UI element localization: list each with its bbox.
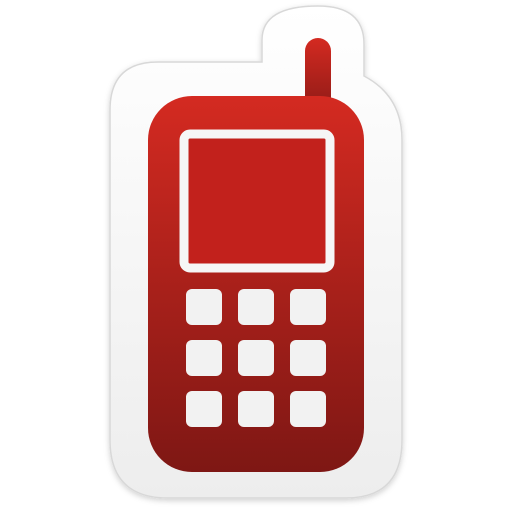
keypad-key <box>186 391 222 427</box>
keypad-key <box>238 340 274 376</box>
keypad-key <box>290 391 326 427</box>
mobile-phone-graphic <box>109 5 403 499</box>
keypad-key <box>186 340 222 376</box>
keypad <box>186 289 326 427</box>
mobile-phone-icon <box>0 0 512 512</box>
keypad-key <box>238 391 274 427</box>
keypad-key <box>290 340 326 376</box>
phone-screen <box>179 129 335 273</box>
keypad-key <box>186 289 222 325</box>
keypad-key <box>238 289 274 325</box>
keypad-key <box>290 289 326 325</box>
